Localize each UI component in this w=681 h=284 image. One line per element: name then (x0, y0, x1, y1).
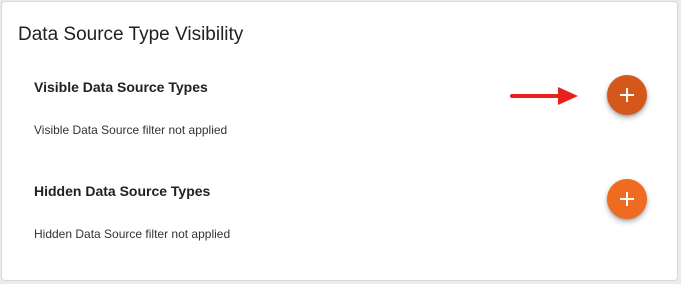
hidden-types-heading: Hidden Data Source Types (34, 183, 211, 199)
panel-title: Data Source Type Visibility (18, 24, 244, 45)
plus-icon (620, 88, 634, 102)
red-arrow-icon (510, 87, 578, 105)
hidden-filter-status: Hidden Data Source filter not applied (34, 227, 231, 241)
add-hidden-type-button[interactable] (607, 179, 647, 219)
data-source-visibility-panel: Data Source Type Visibility Visible Data… (1, 1, 678, 281)
add-visible-type-button[interactable] (607, 75, 647, 115)
plus-icon (620, 192, 634, 206)
visible-types-heading: Visible Data Source Types (34, 79, 208, 95)
visible-filter-status: Visible Data Source filter not applied (34, 123, 228, 137)
